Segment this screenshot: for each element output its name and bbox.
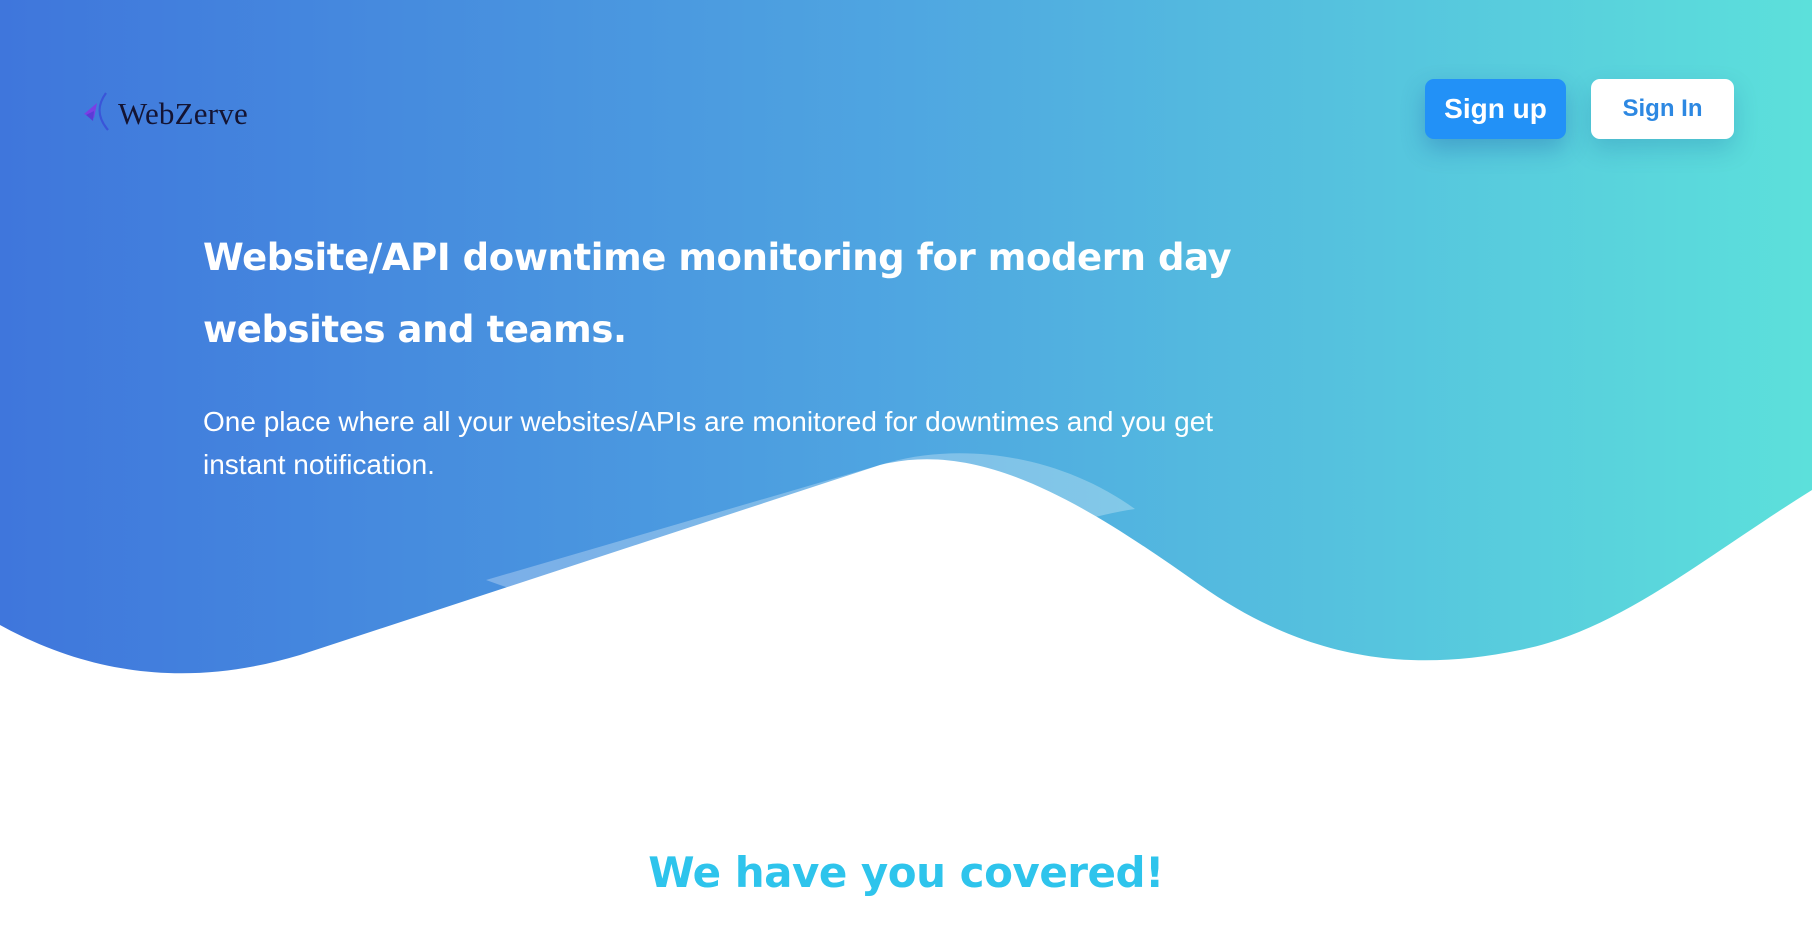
brand-logo[interactable]: WebZerve: [80, 88, 248, 134]
webzerve-logo-icon: [84, 92, 109, 131]
signup-button[interactable]: Sign up: [1425, 79, 1566, 139]
signin-button[interactable]: Sign In: [1591, 79, 1734, 139]
hero-subtext: One place where all your websites/APIs a…: [203, 406, 1214, 480]
brand-name: WebZerve: [118, 95, 248, 131]
hero-headline: Website/API downtime monitoring for mode…: [203, 236, 1232, 351]
features-section-title: We have you covered!: [648, 848, 1164, 897]
landing-page: WebZerve Sign up Sign In Website/API dow…: [0, 0, 1812, 935]
